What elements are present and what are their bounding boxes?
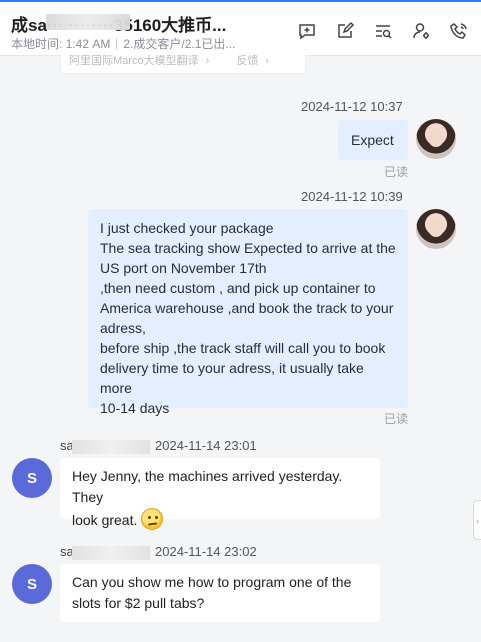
message-line: Can you show me how to program one of th…	[72, 574, 352, 590]
chevron-right-icon: ›	[205, 55, 210, 67]
contact-avatar[interactable]: S	[12, 458, 52, 498]
chat-window: 成sa··· ········35160大推币... 本地时间: 1:42 AM…	[0, 0, 481, 642]
incoming-message-bubble[interactable]: Hey Jenny, the machines arrived yesterda…	[60, 458, 380, 530]
header-toolbar	[297, 21, 469, 41]
message-line: adress,	[100, 320, 146, 336]
contact-avatar[interactable]: S	[12, 564, 52, 604]
outgoing-message-bubble[interactable]: Expect	[338, 120, 408, 160]
outgoing-message-bubble[interactable]: I just checked your package The sea trac…	[88, 209, 408, 416]
redaction-mask	[72, 440, 150, 454]
message-line: Hey Jenny, the machines arrived yesterda…	[72, 468, 343, 505]
user-avatar[interactable]	[416, 119, 456, 159]
chat-header: 成sa··· ········35160大推币... 本地时间: 1:42 AM…	[0, 0, 481, 56]
redaction-mask	[72, 546, 150, 560]
incoming-message-bubble[interactable]: Can you show me how to program one of th…	[60, 564, 380, 622]
message-line: delivery time to your adress, it usually…	[100, 360, 364, 396]
contact-settings-icon[interactable]	[411, 21, 431, 41]
message-line: US port on November 17th	[100, 260, 267, 276]
message-line: slots for $2 pull tabs?	[72, 595, 205, 611]
redaction-mask	[46, 14, 130, 30]
add-comment-icon[interactable]	[297, 21, 317, 41]
search-list-icon[interactable]	[373, 21, 393, 41]
message-timestamp: 2024-11-14 23:02	[155, 544, 257, 559]
user-avatar[interactable]	[416, 209, 456, 249]
chevron-right-icon: ›	[265, 55, 270, 67]
message-timestamp: 2024-11-14 23:01	[155, 438, 257, 453]
message-line: America warehouse ,and book the track to…	[100, 300, 394, 316]
message-line: 10-14 days	[100, 400, 170, 416]
divider	[116, 38, 118, 49]
translation-bar: 阿里国际Marco大模型翻译 › 反馈 ›	[60, 54, 306, 74]
message-text: Expect	[351, 132, 394, 148]
read-receipt: 已读	[384, 165, 409, 179]
smiley-emoji-icon	[141, 508, 164, 530]
message-line: before ship ,the track staff will call y…	[100, 340, 386, 356]
message-line: ,then need custom , and pick up containe…	[100, 280, 376, 296]
customer-status[interactable]: 2.成交客户/2.1已出...	[123, 37, 235, 51]
read-receipt: 已读	[384, 412, 409, 426]
message-line: look great.	[72, 512, 138, 528]
contact-subtitle: 本地时间: 1:42 AM 2.成交客户/2.1已出...	[11, 35, 235, 52]
translation-service-label: 阿里国际Marco大模型翻译	[69, 55, 199, 67]
phone-settings-icon[interactable]	[449, 21, 469, 41]
message-timestamp: 2024-11-12 10:37	[301, 99, 403, 114]
local-time: 本地时间: 1:42 AM	[11, 37, 111, 51]
feedback-link[interactable]: 反馈	[236, 55, 258, 67]
message-timestamp: 2024-11-12 10:39	[301, 189, 403, 204]
message-line-with-emoji: look great.	[72, 508, 368, 531]
message-line: I just checked your package	[100, 220, 274, 236]
message-line: The sea tracking show Expected to arrive…	[100, 240, 396, 256]
side-panel-toggle[interactable]: ›	[473, 500, 481, 540]
edit-icon[interactable]	[335, 21, 355, 41]
